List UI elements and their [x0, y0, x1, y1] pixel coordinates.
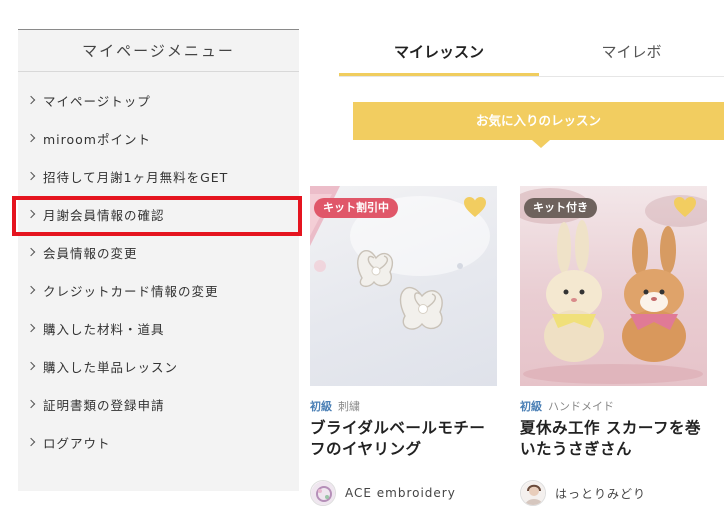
- lesson-meta: 初級 刺繍: [310, 398, 497, 414]
- lesson-author[interactable]: ACE embroidery: [310, 480, 456, 506]
- chevron-right-icon: [26, 285, 36, 295]
- discount-badge: キット割引中: [314, 198, 398, 218]
- mypage-sidebar: マイページメニュー マイページトップ miroomポイント 招待して月謝1ヶ月無…: [18, 29, 299, 491]
- chevron-right-icon: [26, 361, 36, 371]
- sidebar-item-label: 購入した単品レッスン: [43, 359, 179, 375]
- avatar: [520, 480, 546, 506]
- favorites-section-title: お気に入りのレッスン: [353, 102, 724, 140]
- sidebar-item-label: ログアウト: [43, 435, 111, 451]
- sidebar-item-miroom-points[interactable]: miroomポイント: [18, 119, 299, 157]
- lesson-card[interactable]: キット付き 初級 ハンドメイド 夏休み工作 スカーフを巻いたうさぎさん はっとりみ…: [520, 186, 707, 506]
- lesson-thumbnail[interactable]: キット割引中: [310, 186, 497, 386]
- sidebar-item-label: 購入した材料・道具: [43, 321, 165, 337]
- lesson-card[interactable]: キット割引中 初級 刺繍 ブライダルベールモチーフのイヤリング ACE embro…: [310, 186, 497, 506]
- sidebar-item-label: 月謝会員情報の確認: [43, 207, 165, 223]
- level-label: 初級: [520, 400, 542, 413]
- chevron-right-icon: [26, 323, 36, 333]
- chevron-right-icon: [26, 133, 36, 143]
- sidebar-menu: マイページトップ miroomポイント 招待して月謝1ヶ月無料をGET 月謝会員…: [18, 72, 299, 461]
- lesson-tabs: マイレッスン マイレボ: [339, 30, 724, 77]
- heart-icon[interactable]: [463, 196, 487, 218]
- lesson-thumbnail[interactable]: キット付き: [520, 186, 707, 386]
- sidebar-item-invite[interactable]: 招待して月謝1ヶ月無料をGET: [18, 157, 299, 195]
- sidebar-item-monthly-member-info[interactable]: 月謝会員情報の確認: [18, 195, 299, 233]
- sidebar-item-label: 証明書類の登録申請: [43, 397, 165, 413]
- sidebar-item-purchased-materials[interactable]: 購入した材料・道具: [18, 309, 299, 347]
- sidebar-item-mypage-top[interactable]: マイページトップ: [18, 81, 299, 119]
- avatar: [310, 480, 336, 506]
- author-name: はっとりみどり: [555, 486, 647, 501]
- sidebar-item-label: マイページトップ: [43, 93, 151, 109]
- chevron-right-icon: [26, 95, 36, 105]
- tab-my-lessons[interactable]: マイレッスン: [339, 30, 539, 76]
- lesson-author[interactable]: はっとりみどり: [520, 480, 646, 506]
- heart-icon[interactable]: [673, 196, 697, 218]
- level-label: 初級: [310, 400, 332, 413]
- sidebar-item-purchased-lessons[interactable]: 購入した単品レッスン: [18, 347, 299, 385]
- chevron-right-icon: [26, 399, 36, 409]
- tab-my-reports[interactable]: マイレボ: [539, 30, 724, 76]
- category-label: 刺繍: [338, 400, 360, 413]
- chevron-right-icon: [26, 247, 36, 257]
- sidebar-item-label: 会員情報の変更: [43, 245, 138, 261]
- chevron-right-icon: [26, 209, 36, 219]
- sidebar-item-label: クレジットカード情報の変更: [43, 283, 219, 299]
- category-label: ハンドメイド: [548, 400, 614, 413]
- sidebar-item-label: 招待して月謝1ヶ月無料をGET: [43, 169, 229, 185]
- sidebar-item-label: miroomポイント: [43, 131, 151, 147]
- author-name: ACE embroidery: [345, 486, 456, 500]
- sidebar-item-certificate-application[interactable]: 証明書類の登録申請: [18, 385, 299, 423]
- sidebar-title: マイページメニュー: [18, 30, 299, 72]
- lesson-title[interactable]: ブライダルベールモチーフのイヤリング: [310, 418, 497, 460]
- kit-included-badge: キット付き: [524, 198, 597, 218]
- lesson-meta: 初級 ハンドメイド: [520, 398, 707, 414]
- sidebar-item-logout[interactable]: ログアウト: [18, 423, 299, 461]
- banner-arrow: [532, 140, 550, 148]
- sidebar-item-change-member-info[interactable]: 会員情報の変更: [18, 233, 299, 271]
- chevron-right-icon: [26, 437, 36, 447]
- chevron-right-icon: [26, 171, 36, 181]
- sidebar-item-change-credit-card[interactable]: クレジットカード情報の変更: [18, 271, 299, 309]
- lesson-title[interactable]: 夏休み工作 スカーフを巻いたうさぎさん: [520, 418, 707, 460]
